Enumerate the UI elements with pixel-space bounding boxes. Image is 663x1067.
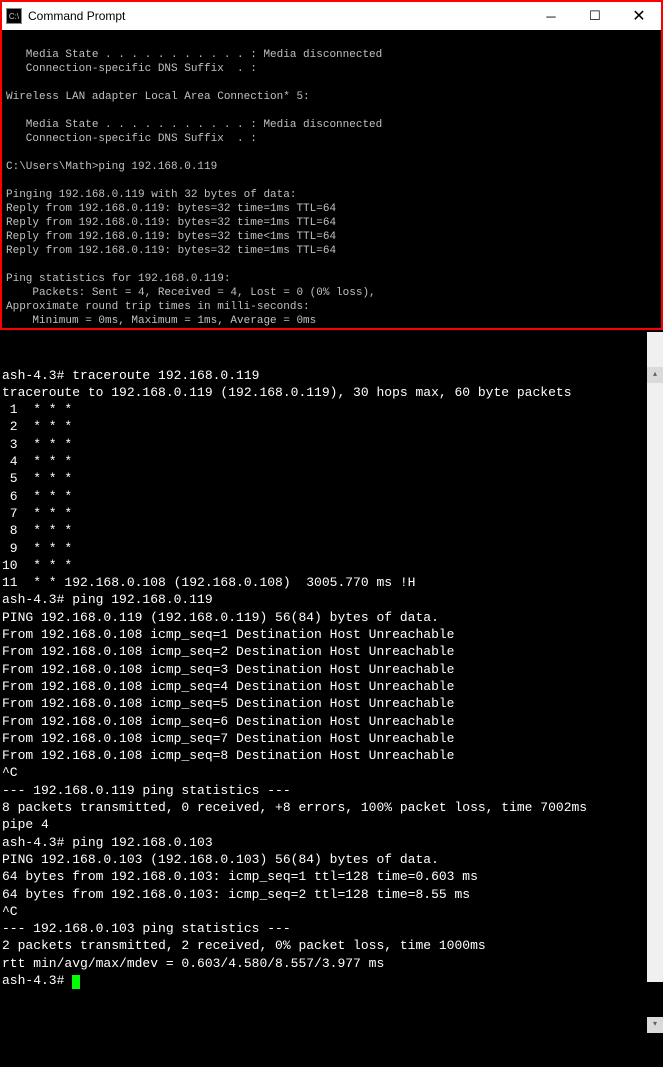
terminal-line: ^C — [2, 764, 661, 781]
bash-terminal-output[interactable]: ash-4.3# traceroute 192.168.0.119tracero… — [0, 332, 663, 1007]
terminal-line: Media State . . . . . . . . . . . : Medi… — [6, 118, 661, 132]
terminal-line: ash-4.3# ping 192.168.0.103 — [2, 834, 661, 851]
titlebar[interactable]: C:\ Command Prompt ─ ☐ ✕ — [2, 2, 661, 30]
terminal-line: C:\Users\Math>ping 192.168.0.119 — [6, 160, 661, 174]
close-button[interactable]: ✕ — [617, 2, 661, 30]
terminal-line: Media State . . . . . . . . . . . : Medi… — [6, 48, 661, 62]
terminal-line: From 192.168.0.108 icmp_seq=8 Destinatio… — [2, 747, 661, 764]
terminal-line: ash-4.3# ping 192.168.0.119 — [2, 591, 661, 608]
terminal-line: From 192.168.0.108 icmp_seq=3 Destinatio… — [2, 661, 661, 678]
terminal-line — [6, 258, 661, 272]
terminal-line: ash-4.3# — [2, 972, 661, 989]
terminal-line: 2 * * * — [2, 418, 661, 435]
terminal-line — [6, 174, 661, 188]
terminal-line: 64 bytes from 192.168.0.103: icmp_seq=1 … — [2, 868, 661, 885]
terminal-line: PING 192.168.0.103 (192.168.0.103) 56(84… — [2, 851, 661, 868]
terminal-line: --- 192.168.0.103 ping statistics --- — [2, 920, 661, 937]
command-prompt-window: C:\ Command Prompt ─ ☐ ✕ Media State . .… — [0, 0, 663, 330]
terminal-line: Pinging 192.168.0.119 with 32 bytes of d… — [6, 188, 661, 202]
terminal-line: Connection-specific DNS Suffix . : — [6, 62, 661, 76]
terminal-line: Reply from 192.168.0.119: bytes=32 time=… — [6, 244, 661, 258]
terminal-line: --- 192.168.0.119 ping statistics --- — [2, 782, 661, 799]
terminal-line: 11 * * 192.168.0.108 (192.168.0.108) 300… — [2, 574, 661, 591]
terminal-line: PING 192.168.0.119 (192.168.0.119) 56(84… — [2, 609, 661, 626]
terminal-line: 64 bytes from 192.168.0.103: icmp_seq=2 … — [2, 886, 661, 903]
terminal-line: 4 * * * — [2, 453, 661, 470]
terminal-line: Minimum = 0ms, Maximum = 1ms, Average = … — [6, 314, 661, 328]
cmd-icon: C:\ — [6, 8, 22, 24]
scrollbar-track[interactable] — [647, 417, 663, 982]
terminal-line: Packets: Sent = 4, Received = 4, Lost = … — [6, 286, 661, 300]
scrollbar[interactable]: ▴ ▾ — [647, 332, 663, 897]
terminal-line: From 192.168.0.108 icmp_seq=2 Destinatio… — [2, 643, 661, 660]
terminal-line: Reply from 192.168.0.119: bytes=32 time<… — [6, 230, 661, 244]
maximize-button[interactable]: ☐ — [573, 2, 617, 30]
terminal-line: Ping statistics for 192.168.0.119: — [6, 272, 661, 286]
terminal-line: 9 * * * — [2, 540, 661, 557]
terminal-line — [6, 146, 661, 160]
terminal-line: 5 * * * — [2, 470, 661, 487]
minimize-button[interactable]: ─ — [529, 2, 573, 30]
window-title: Command Prompt — [28, 9, 529, 23]
scrollbar-down-arrow[interactable]: ▾ — [647, 1017, 663, 1033]
terminal-line: From 192.168.0.108 icmp_seq=6 Destinatio… — [2, 713, 661, 730]
terminal-line: 10 * * * — [2, 557, 661, 574]
terminal-line: 7 * * * — [2, 505, 661, 522]
terminal-line: Approximate round trip times in milli-se… — [6, 300, 661, 314]
terminal-cursor — [72, 975, 80, 989]
terminal-line: 1 * * * — [2, 401, 661, 418]
terminal-line: From 192.168.0.108 icmp_seq=4 Destinatio… — [2, 678, 661, 695]
terminal-line: 6 * * * — [2, 488, 661, 505]
terminal-line: 8 * * * — [2, 522, 661, 539]
terminal-line: pipe 4 — [2, 816, 661, 833]
terminal-line: From 192.168.0.108 icmp_seq=5 Destinatio… — [2, 695, 661, 712]
terminal-line — [6, 76, 661, 90]
scrollbar-up-arrow[interactable]: ▴ — [647, 367, 663, 383]
terminal-line: Connection-specific DNS Suffix . : — [6, 132, 661, 146]
terminal-line: ash-4.3# traceroute 192.168.0.119 — [2, 367, 661, 384]
terminal-line: 8 packets transmitted, 0 received, +8 er… — [2, 799, 661, 816]
terminal-line: ^C — [2, 903, 661, 920]
terminal-line: Wireless LAN adapter Local Area Connecti… — [6, 90, 661, 104]
terminal-line: From 192.168.0.108 icmp_seq=7 Destinatio… — [2, 730, 661, 747]
terminal-line: rtt min/avg/max/mdev = 0.603/4.580/8.557… — [2, 955, 661, 972]
terminal-line: traceroute to 192.168.0.119 (192.168.0.1… — [2, 384, 661, 401]
window-controls: ─ ☐ ✕ — [529, 2, 661, 30]
terminal-line: 3 * * * — [2, 436, 661, 453]
terminal-line: Reply from 192.168.0.119: bytes=32 time=… — [6, 216, 661, 230]
terminal-line: 2 packets transmitted, 2 received, 0% pa… — [2, 937, 661, 954]
terminal-line: Reply from 192.168.0.119: bytes=32 time=… — [6, 202, 661, 216]
terminal-line: From 192.168.0.108 icmp_seq=1 Destinatio… — [2, 626, 661, 643]
terminal-line — [6, 34, 661, 48]
terminal-line — [6, 104, 661, 118]
